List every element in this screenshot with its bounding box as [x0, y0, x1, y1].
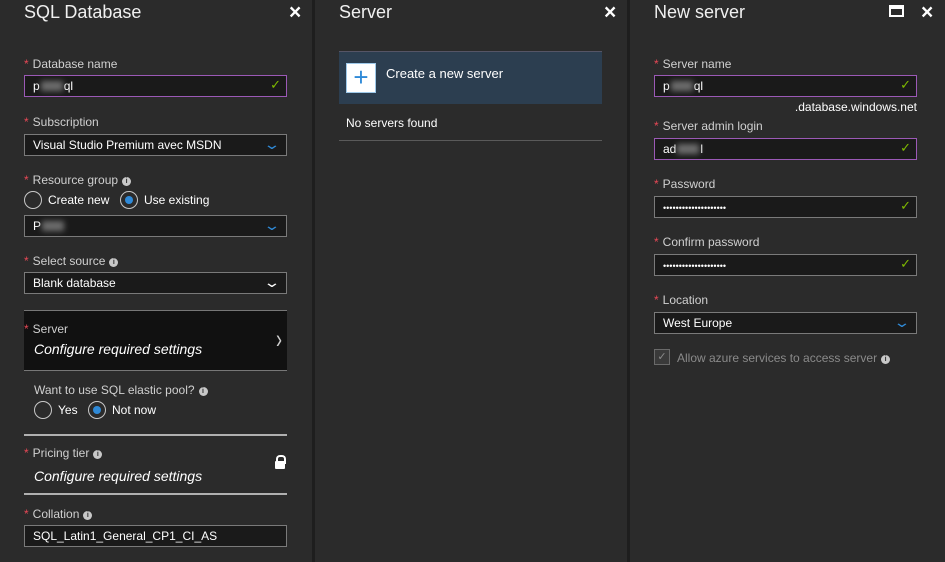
info-icon: i	[109, 258, 119, 267]
info-icon: i	[198, 387, 208, 396]
info-icon: i	[83, 511, 93, 520]
radio-elastic-not-now[interactable]: Not now	[88, 401, 156, 419]
chevron-down-icon: ⌄	[263, 217, 281, 233]
resource-group-dropdown[interactable]: P ⌄	[24, 215, 287, 237]
info-icon: i	[93, 450, 103, 459]
server-name-suffix: .database.windows.net	[794, 100, 917, 114]
create-new-server-label: Create a new server	[386, 66, 504, 81]
check-icon: ✓	[900, 140, 911, 155]
database-name-label: * Database name	[24, 57, 118, 71]
close-icon[interactable]: ×	[289, 1, 301, 25]
divider	[339, 140, 602, 141]
radio-create-new[interactable]: Create new	[24, 191, 109, 209]
server-name-label: * Server name	[654, 57, 732, 71]
confirm-password-input[interactable]: •••••••••••••••••••• ✓	[654, 254, 917, 276]
server-name-input[interactable]: p ql ✓	[654, 75, 917, 97]
radio-use-existing[interactable]: Use existing	[120, 191, 209, 209]
check-icon: ✓	[900, 77, 911, 92]
collation-input[interactable]: SQL_Latin1_General_CP1_CI_AS	[24, 525, 287, 547]
pricing-tier-configure-text[interactable]: Configure required settings	[34, 468, 202, 484]
collation-label: * Collation i	[24, 507, 93, 521]
new-server-blade: New server × * Server name p ql ✓ .databas…	[630, 0, 945, 562]
check-icon: ✓	[900, 198, 911, 213]
check-icon: ✓	[270, 77, 281, 92]
select-source-dropdown[interactable]: Blank database ⌄	[24, 272, 287, 294]
radio-selected-icon	[120, 191, 138, 209]
info-icon: i	[122, 177, 132, 186]
blade-title: Server	[339, 2, 393, 22]
server-settings-row[interactable]: * Server Configure required settings ›	[24, 310, 287, 371]
radio-ring-icon	[34, 401, 52, 419]
chevron-right-icon: ›	[276, 323, 282, 354]
password-label: * Password	[654, 177, 716, 191]
chevron-down-icon: ⌄	[263, 136, 281, 152]
radio-elastic-yes[interactable]: Yes	[34, 401, 78, 419]
create-new-server-button[interactable]: + Create a new server	[339, 51, 602, 104]
allow-azure-label: Allow azure services to access server i	[677, 351, 891, 365]
chevron-down-icon: ⌄	[893, 314, 911, 330]
close-icon[interactable]: ×	[921, 1, 933, 25]
blade-title: New server	[654, 2, 746, 22]
pricing-tier-label: * Pricing tier i	[24, 446, 103, 460]
location-dropdown[interactable]: West Europe ⌄	[654, 312, 917, 334]
divider	[24, 434, 287, 436]
resource-group-label: * Resource group i	[24, 173, 132, 187]
admin-login-label: * Server admin login	[654, 119, 763, 133]
subscription-dropdown[interactable]: Visual Studio Premium avec MSDN ⌄	[24, 134, 287, 156]
select-source-label: * Select source i	[24, 254, 119, 268]
no-servers-text: No servers found	[346, 116, 438, 130]
plus-icon: +	[346, 63, 376, 93]
divider	[24, 493, 287, 495]
blade-title: SQL Database	[24, 2, 142, 22]
password-input[interactable]: •••••••••••••••••••• ✓	[654, 196, 917, 218]
subscription-label: * Subscription	[24, 115, 99, 129]
chevron-down-icon: ⌄	[263, 274, 281, 290]
radio-selected-icon	[88, 401, 106, 419]
server-label: * Server	[24, 322, 69, 336]
info-icon: i	[881, 355, 891, 364]
location-label: * Location	[654, 293, 709, 307]
maximize-icon[interactable]	[889, 5, 904, 17]
server-configure-text: Configure required settings	[34, 341, 203, 357]
lock-icon	[275, 455, 286, 469]
close-icon[interactable]: ×	[604, 1, 616, 25]
allow-azure-checkbox[interactable]: ✓	[654, 349, 670, 365]
confirm-password-label: * Confirm password	[654, 235, 760, 249]
radio-ring-icon	[24, 191, 42, 209]
admin-login-input[interactable]: ad l ✓	[654, 138, 917, 160]
sql-database-blade: SQL Database × * Database name p ql ✓ * Sub…	[0, 0, 312, 562]
database-name-input[interactable]: p ql ✓	[24, 75, 287, 97]
elastic-pool-label: Want to use SQL elastic pool? i	[34, 383, 208, 397]
check-icon: ✓	[900, 256, 911, 271]
